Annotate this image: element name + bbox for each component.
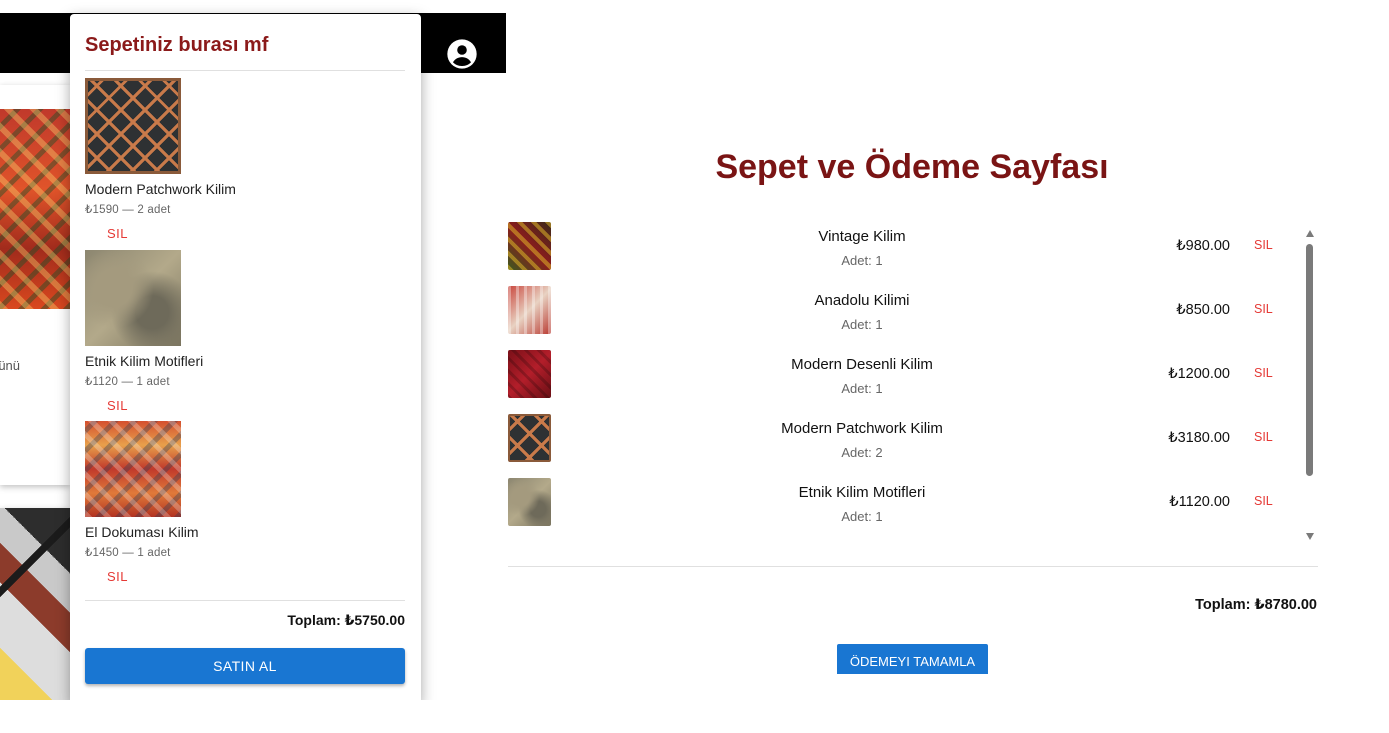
order-item-image xyxy=(508,478,551,526)
divider xyxy=(85,600,405,601)
cart-item-name: Modern Patchwork Kilim xyxy=(85,181,236,197)
remove-button[interactable]: SIL xyxy=(1254,302,1273,316)
order-item-name: Modern Patchwork Kilim xyxy=(781,420,943,437)
account-circle-icon[interactable] xyxy=(446,38,478,70)
buy-button[interactable]: SATIN AL xyxy=(85,648,405,684)
scrollbar-thumb[interactable] xyxy=(1306,244,1313,476)
order-item-price: ₺1200.00 xyxy=(1168,366,1230,382)
order-item-image xyxy=(508,414,551,462)
cart-total: Toplam: ₺5750.00 xyxy=(287,612,405,628)
checkout-total: Toplam: ₺8780.00 xyxy=(1195,597,1317,613)
cart-item-image xyxy=(85,78,181,174)
order-item-name: Etnik Kilim Motifleri xyxy=(798,484,926,501)
order-item-price: ₺1120.00 xyxy=(1169,494,1230,510)
scroll-up-arrow-icon[interactable] xyxy=(1306,230,1314,237)
checkout-page: Sepet ve Ödeme Sayfası Vintage Kilim Ade… xyxy=(506,0,1389,733)
order-item-price: ₺980.00 xyxy=(1176,238,1230,254)
cart-item: Etnik Kilim Motifleri ₺1120 — 1 adet SIL xyxy=(85,250,405,420)
order-row: Modern Patchwork Kilim Adet: 2 ₺3180.00 … xyxy=(506,406,1306,470)
order-item-image xyxy=(508,350,551,398)
cart-item-meta: ₺1590 — 2 adet xyxy=(85,204,171,216)
order-item-price: ₺850.00 xyxy=(1176,302,1230,318)
cart-title: Sepetiniz burası mf xyxy=(85,34,269,56)
order-item-qty: Adet: 1 xyxy=(841,317,883,332)
product-image-art[interactable] xyxy=(0,508,70,700)
remove-button[interactable]: SIL xyxy=(107,398,128,413)
order-item-qty: Adet: 1 xyxy=(841,253,883,268)
cart-item-image xyxy=(85,421,181,517)
order-item-qty: Adet: 1 xyxy=(841,509,883,524)
order-item-image xyxy=(508,286,551,334)
remove-button[interactable]: SIL xyxy=(1254,494,1273,508)
page-title: Sepet ve Ödeme Sayfası xyxy=(715,148,1109,186)
order-row: Anadolu Kilimi Adet: 1 ₺850.00 SIL xyxy=(506,278,1306,342)
complete-payment-button[interactable]: ÖDEMEYI TAMAMLA xyxy=(837,644,988,674)
product-card[interactable]: rünü xyxy=(0,85,70,485)
cart-item-meta: ₺1450 — 1 adet xyxy=(85,547,171,559)
remove-button[interactable]: SIL xyxy=(1254,430,1273,444)
remove-button[interactable]: SIL xyxy=(107,226,128,241)
cart-item-name: Etnik Kilim Motifleri xyxy=(85,353,204,369)
order-item-qty: Adet: 1 xyxy=(841,381,883,396)
order-item-price: ₺3180.00 xyxy=(1168,430,1230,446)
product-image xyxy=(0,109,70,309)
order-item-image xyxy=(508,222,551,270)
order-item-name: Vintage Kilim xyxy=(818,228,906,245)
order-row: Vintage Kilim Adet: 1 ₺980.00 SIL xyxy=(506,214,1306,278)
order-list: Vintage Kilim Adet: 1 ₺980.00 SIL Anadol… xyxy=(506,214,1318,544)
cart-item: El Dokuması Kilim ₺1450 — 1 adet SIL xyxy=(85,421,405,591)
divider xyxy=(508,566,1318,567)
remove-button[interactable]: SIL xyxy=(1254,366,1273,380)
cart-item-meta: ₺1120 — 1 adet xyxy=(85,376,170,388)
scroll-down-arrow-icon[interactable] xyxy=(1306,533,1314,540)
scrollbar[interactable] xyxy=(1304,230,1316,540)
remove-button[interactable]: SIL xyxy=(1254,238,1273,252)
order-row: Modern Desenli Kilim Adet: 1 ₺1200.00 SI… xyxy=(506,342,1306,406)
order-item-name: Modern Desenli Kilim xyxy=(791,356,933,373)
cart-item: Modern Patchwork Kilim ₺1590 — 2 adet SI… xyxy=(85,78,405,248)
cart-item-image xyxy=(85,250,181,346)
remove-button[interactable]: SIL xyxy=(107,569,128,584)
left-screenshot: rünü Sepetiniz burası mf Modern Patchwor… xyxy=(0,0,506,700)
order-item-qty: Adet: 2 xyxy=(841,445,883,460)
cart-item-name: El Dokuması Kilim xyxy=(85,524,199,540)
order-row: Etnik Kilim Motifleri Adet: 1 ₺1120.00 S… xyxy=(506,470,1306,534)
order-item-name: Anadolu Kilimi xyxy=(814,292,910,309)
cart-popover: Sepetiniz burası mf Modern Patchwork Kil… xyxy=(70,14,421,700)
product-card-text: rünü xyxy=(0,358,21,373)
divider xyxy=(85,70,405,71)
